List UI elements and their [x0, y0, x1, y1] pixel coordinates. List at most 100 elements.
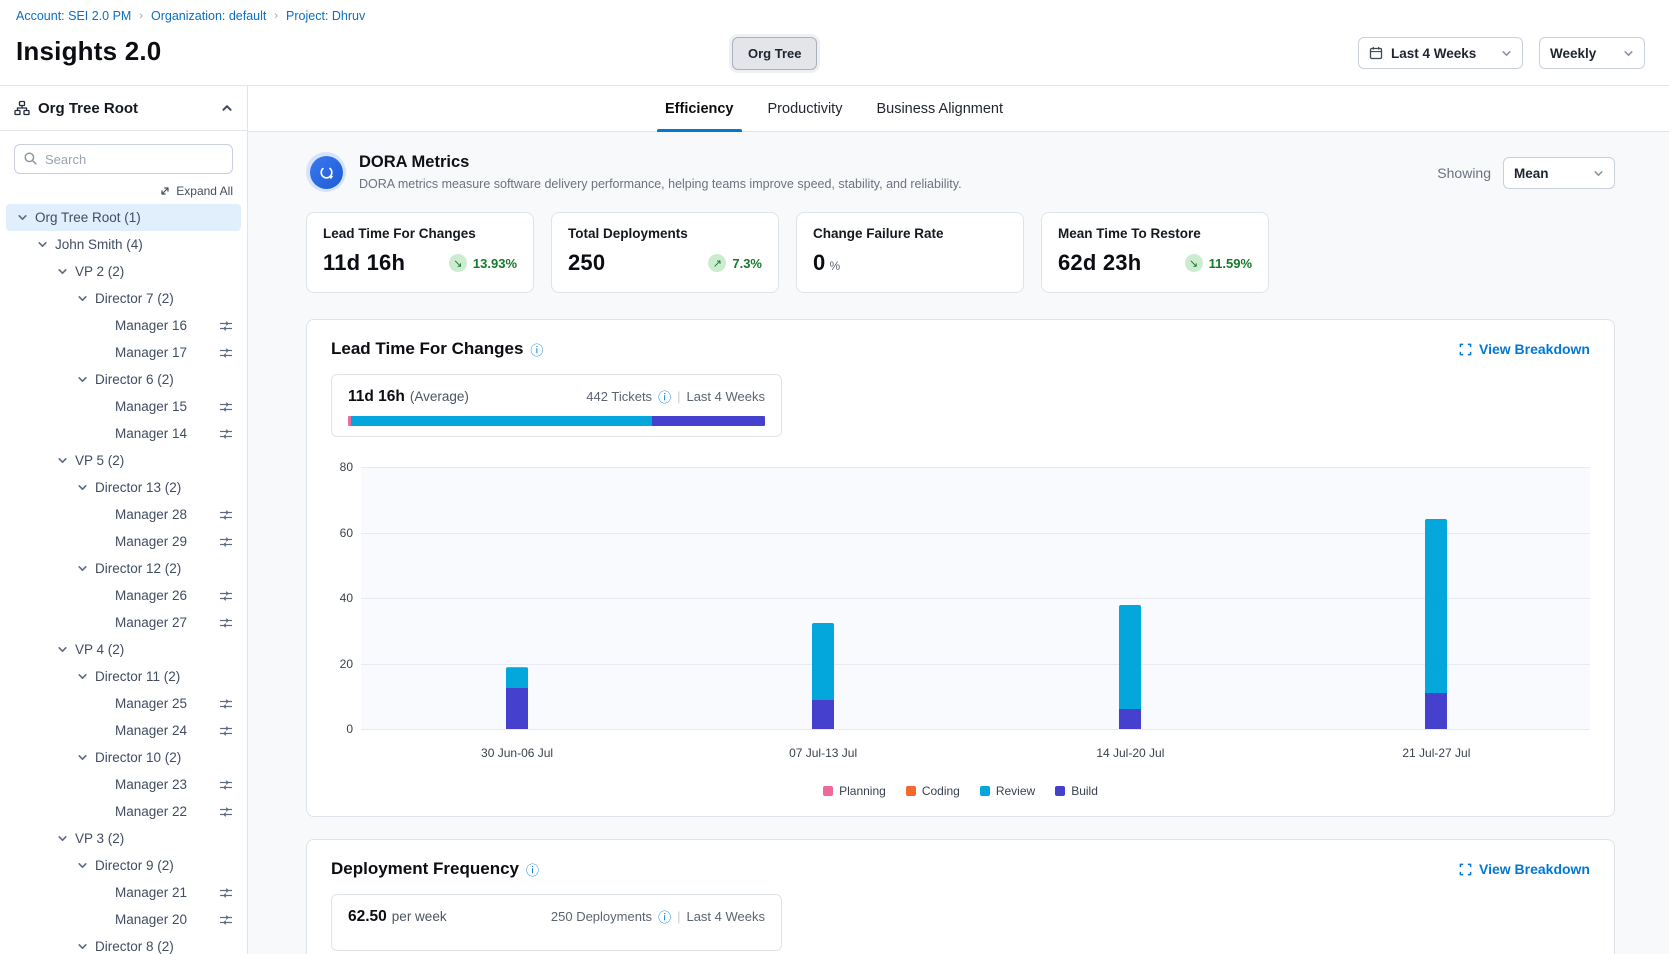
tree-item-director-6-2[interactable]: Director 6 (2) — [6, 366, 241, 393]
chevron-down-icon[interactable] — [54, 266, 70, 277]
date-range-select[interactable]: Last 4 Weeks — [1358, 37, 1523, 69]
deployment-rate-value: 62.50 — [348, 908, 387, 926]
sliders-icon[interactable] — [219, 617, 233, 629]
chevron-down-icon[interactable] — [74, 941, 90, 952]
tree-item-manager-28[interactable]: Manager 28 — [6, 501, 241, 528]
chevron-down-icon[interactable] — [54, 455, 70, 466]
sliders-icon[interactable] — [219, 725, 233, 737]
chevron-down-icon[interactable] — [74, 293, 90, 304]
sliders-icon[interactable] — [219, 428, 233, 440]
tree-item-manager-26[interactable]: Manager 26 — [6, 582, 241, 609]
tree-item-director-10-2[interactable]: Director 10 (2) — [6, 744, 241, 771]
chevron-down-icon — [1593, 168, 1604, 179]
tree-item-manager-29[interactable]: Manager 29 — [6, 528, 241, 555]
tree-item-org-tree-root-1[interactable]: Org Tree Root (1) — [6, 204, 241, 231]
tree-item-manager-24[interactable]: Manager 24 — [6, 717, 241, 744]
breadcrumb-link-organization[interactable]: Organization: default — [151, 9, 266, 23]
tree-item-label: Manager 26 — [115, 588, 187, 603]
chevron-down-icon[interactable] — [34, 239, 50, 250]
tab-efficiency[interactable]: Efficiency — [663, 86, 736, 132]
sliders-icon[interactable] — [219, 590, 233, 602]
stacked-bar-07-jul-13-jul[interactable] — [812, 623, 834, 729]
tree-item-director-13-2[interactable]: Director 13 (2) — [6, 474, 241, 501]
tree-item-manager-17[interactable]: Manager 17 — [6, 339, 241, 366]
tree-item-vp-3-2[interactable]: VP 3 (2) — [6, 825, 241, 852]
tree-item-manager-23[interactable]: Manager 23 — [6, 771, 241, 798]
tree-item-director-12-2[interactable]: Director 12 (2) — [6, 555, 241, 582]
info-icon[interactable]: ⓘ — [658, 907, 671, 926]
deployment-frequency-card: Deployment Frequency ⓘ View Breakdown 62… — [306, 839, 1615, 954]
legend-item-planning[interactable]: Planning — [823, 784, 886, 798]
tree-item-manager-22[interactable]: Manager 22 — [6, 798, 241, 825]
stacked-bar-30-jun-06-jul[interactable] — [506, 667, 528, 729]
tree-item-director-8-2[interactable]: Director 8 (2) — [6, 933, 241, 954]
info-icon[interactable]: ⓘ — [658, 387, 671, 406]
org-tree-sidebar: Org Tree Root Expand All Org Tree Root (… — [0, 85, 248, 954]
sidebar-header: Org Tree Root — [0, 86, 247, 131]
tree-item-manager-14[interactable]: Manager 14 — [6, 420, 241, 447]
tab-business-alignment[interactable]: Business Alignment — [874, 86, 1005, 132]
sliders-icon[interactable] — [219, 914, 233, 926]
search-input[interactable] — [14, 144, 233, 174]
stacked-bar-14-jul-20-jul[interactable] — [1119, 605, 1141, 729]
tree-item-vp-5-2[interactable]: VP 5 (2) — [6, 447, 241, 474]
chevron-down-icon[interactable] — [74, 482, 90, 493]
chevron-down-icon[interactable] — [14, 212, 30, 223]
sliders-icon[interactable] — [219, 509, 233, 521]
sliders-icon[interactable] — [219, 401, 233, 413]
tree-item-director-7-2[interactable]: Director 7 (2) — [6, 285, 241, 312]
tree-item-manager-21[interactable]: Manager 21 — [6, 879, 241, 906]
lead-time-view-breakdown[interactable]: View Breakdown — [1459, 341, 1590, 357]
tree-item-label: Director 6 (2) — [95, 372, 174, 387]
phase-bar-segment-review — [351, 416, 651, 426]
breadcrumb-link-project[interactable]: Project: Dhruv — [286, 9, 365, 23]
lead-time-x-labels: 30 Jun-06 Jul07 Jul-13 Jul14 Jul-20 Jul2… — [361, 746, 1590, 762]
legend-item-build[interactable]: Build — [1055, 784, 1098, 798]
sliders-icon[interactable] — [219, 347, 233, 359]
trend-down-icon: ↘ — [1185, 254, 1203, 272]
tree-item-director-11-2[interactable]: Director 11 (2) — [6, 663, 241, 690]
info-icon[interactable]: ⓘ — [530, 340, 543, 359]
tree-item-vp-4-2[interactable]: VP 4 (2) — [6, 636, 241, 663]
org-tree-button[interactable]: Org Tree — [732, 37, 817, 70]
tree-item-manager-27[interactable]: Manager 27 — [6, 609, 241, 636]
breadcrumb-link-account[interactable]: Account: SEI 2.0 PM — [16, 9, 131, 23]
tree-item-john-smith-4[interactable]: John Smith (4) — [6, 231, 241, 258]
tree-item-label: Manager 27 — [115, 615, 187, 630]
dora-header-text: DORA Metrics DORA metrics measure softwa… — [359, 152, 962, 191]
lead-time-summary: 11d 16h (Average) 442 Tickets ⓘ | Last 4… — [331, 374, 782, 437]
chevron-down-icon[interactable] — [54, 833, 70, 844]
sliders-icon[interactable] — [219, 806, 233, 818]
tree-item-manager-20[interactable]: Manager 20 — [6, 906, 241, 933]
expand-all-button[interactable]: Expand All — [14, 184, 233, 198]
chevron-down-icon[interactable] — [74, 671, 90, 682]
tab-productivity[interactable]: Productivity — [766, 86, 845, 132]
sliders-icon[interactable] — [219, 887, 233, 899]
collapse-chevron-up-icon[interactable] — [221, 102, 233, 114]
deployment-view-breakdown[interactable]: View Breakdown — [1459, 861, 1590, 877]
info-icon[interactable]: ⓘ — [526, 860, 539, 879]
metric-card-unit: % — [829, 259, 840, 273]
sliders-icon[interactable] — [219, 779, 233, 791]
tree-item-label: Manager 23 — [115, 777, 187, 792]
tree-item-vp-2-2[interactable]: VP 2 (2) — [6, 258, 241, 285]
chevron-down-icon[interactable] — [74, 374, 90, 385]
chevron-down-icon[interactable] — [74, 563, 90, 574]
sliders-icon[interactable] — [219, 536, 233, 548]
legend-item-coding[interactable]: Coding — [906, 784, 960, 798]
stacked-bar-21-jul-27-jul[interactable] — [1425, 519, 1447, 729]
granularity-select[interactable]: Weekly — [1539, 37, 1645, 69]
chevron-down-icon[interactable] — [74, 752, 90, 763]
chevron-down-icon[interactable] — [74, 860, 90, 871]
showing-label: Showing — [1437, 165, 1491, 181]
tree-item-manager-16[interactable]: Manager 16 — [6, 312, 241, 339]
sliders-icon[interactable] — [219, 698, 233, 710]
chevron-down-icon — [1623, 48, 1634, 59]
legend-item-review[interactable]: Review — [980, 784, 1035, 798]
chevron-down-icon[interactable] — [54, 644, 70, 655]
tree-item-director-9-2[interactable]: Director 9 (2) — [6, 852, 241, 879]
showing-select[interactable]: Mean — [1503, 157, 1615, 189]
tree-item-manager-25[interactable]: Manager 25 — [6, 690, 241, 717]
sliders-icon[interactable] — [219, 320, 233, 332]
tree-item-manager-15[interactable]: Manager 15 — [6, 393, 241, 420]
